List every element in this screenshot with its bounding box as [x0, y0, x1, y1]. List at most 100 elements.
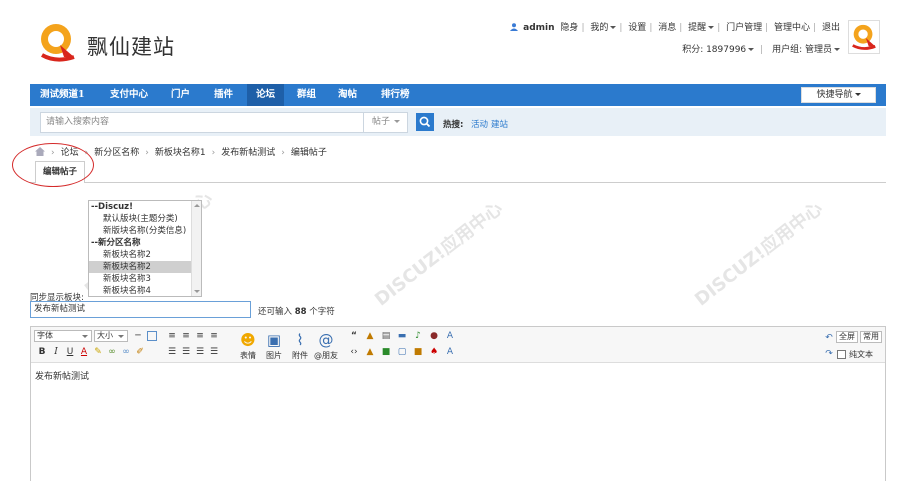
table-icon[interactable]: ▤ — [381, 331, 391, 341]
admin-center-link[interactable]: 管理中心 — [774, 23, 810, 33]
font-color-icon[interactable]: A — [79, 347, 89, 357]
background-color-icon[interactable] — [147, 331, 157, 341]
paperclip-icon: ⌇ — [296, 331, 304, 349]
notices-menu[interactable]: 提醒 — [688, 23, 706, 33]
ordered-list-icon[interactable]: ☰ — [167, 347, 177, 357]
bold-icon[interactable]: B — [37, 347, 47, 357]
settings-link[interactable]: 设置 — [628, 23, 646, 33]
forum-option[interactable]: --新分区名称 — [89, 237, 201, 249]
nav-item-plugins[interactable]: 插件 — [214, 84, 233, 106]
messages-link[interactable]: 消息 — [658, 23, 676, 33]
common-button[interactable]: 常用 — [860, 331, 882, 343]
portal-admin-link[interactable]: 门户管理 — [726, 23, 762, 33]
plain-text-checkbox[interactable] — [837, 350, 846, 359]
forum-option[interactable]: 新板块名称3 — [89, 273, 201, 285]
highlight-icon[interactable]: ✎ — [93, 347, 103, 357]
breadcrumb-board[interactable]: 新板块名称1 — [155, 148, 206, 158]
font-family-select[interactable]: 字体 — [34, 330, 92, 342]
attachment-button[interactable]: ⌇ 附件 — [288, 331, 312, 361]
search-type-select[interactable]: 帖子 — [364, 112, 408, 133]
nav-item-collections[interactable]: 淘帖 — [338, 84, 357, 106]
quick-nav-button[interactable]: 快捷导航 — [801, 87, 876, 103]
page-icon[interactable]: ▢ — [397, 347, 407, 357]
avatar[interactable] — [848, 20, 880, 54]
font-size-select[interactable]: 大小 — [94, 330, 128, 342]
nav-item-ranking[interactable]: 排行榜 — [381, 84, 410, 106]
username-link[interactable]: admin — [523, 23, 554, 33]
chevron-down-icon — [82, 335, 88, 338]
lock-icon[interactable]: ▲ — [365, 331, 375, 341]
subject-remaining: 还可输入 88 个字符 — [258, 305, 335, 317]
redo-icon[interactable]: ↷ — [824, 349, 834, 359]
italic-icon[interactable]: I — [51, 347, 61, 357]
logout-link[interactable]: 退出 — [822, 23, 840, 33]
free-icon[interactable]: ■ — [381, 347, 391, 357]
mention-button[interactable]: @ @朋友 — [314, 331, 338, 361]
subject-input[interactable]: 发布新帖测试 — [30, 301, 251, 318]
code-icon[interactable]: ‹› — [349, 347, 359, 357]
invisible-link[interactable]: 隐身 — [560, 23, 578, 33]
forum-select-list[interactable]: --Discuz! 默认版块(主题分类) 新版块名称(分类信息) --新分区名称… — [88, 200, 202, 297]
font-style-icon[interactable]: A — [445, 347, 455, 357]
my-menu[interactable]: 我的 — [590, 23, 608, 33]
tab-divider — [30, 182, 886, 183]
quick-nav-label: 快捷导航 — [816, 90, 853, 100]
chevron-down-icon — [854, 93, 861, 96]
forum-list-scrollbar[interactable] — [191, 201, 201, 296]
link-icon[interactable]: ∞ — [107, 347, 117, 357]
align-right-icon[interactable]: ≡ — [195, 331, 205, 341]
scroll-up-icon[interactable] — [194, 204, 200, 207]
align-justify-icon[interactable]: ≡ — [209, 331, 219, 341]
video-icon[interactable]: ▬ — [397, 331, 407, 341]
editor-content[interactable]: 发布新帖测试 — [35, 369, 89, 382]
forum-option[interactable]: 新板块名称2 — [89, 249, 201, 261]
align-center-icon[interactable]: ≡ — [181, 331, 191, 341]
nav-item-portal[interactable]: 门户 — [171, 84, 190, 106]
outdent-icon[interactable]: ☰ — [195, 347, 205, 357]
usergroup-menu[interactable]: 用户组: 管理员 — [772, 45, 832, 55]
underline-icon[interactable]: U — [65, 347, 75, 357]
chevron-down-icon — [748, 48, 755, 51]
redpacket-icon[interactable]: ♠ — [429, 347, 439, 357]
breadcrumb-thread[interactable]: 发布新帖测试 — [221, 148, 275, 158]
horizontal-rule-icon[interactable]: ─ — [133, 331, 143, 341]
unordered-list-icon[interactable]: ☰ — [181, 347, 191, 357]
nav-item-pay-center[interactable]: 支付中心 — [110, 84, 148, 106]
remain-prefix: 还可输入 — [258, 307, 293, 317]
forum-option[interactable]: 新板块名称4 — [89, 285, 201, 296]
points-menu[interactable]: 积分: 1897996 — [682, 45, 746, 55]
nav-item-test-channel[interactable]: 测试频道1 — [40, 84, 85, 106]
text-effect-icon[interactable]: A — [445, 331, 455, 341]
hide-icon[interactable]: ▲ — [365, 347, 375, 357]
scroll-down-icon[interactable] — [194, 290, 200, 293]
image-label: 图片 — [266, 351, 282, 360]
font-family-label: 字体 — [37, 331, 53, 340]
indent-icon[interactable]: ☰ — [209, 347, 219, 357]
emoticon-button[interactable]: ☻ 表情 — [236, 331, 260, 361]
hot-search-item[interactable]: 活动 — [471, 118, 488, 130]
quote-icon[interactable]: “ — [349, 331, 359, 341]
search-button[interactable] — [416, 113, 434, 131]
music-icon[interactable]: ♪ — [413, 331, 423, 341]
unlink-icon[interactable]: ∞ — [121, 347, 131, 357]
forum-option-selected[interactable]: 新板块名称2 — [89, 261, 201, 273]
nav-item-forum[interactable]: 论坛 — [247, 84, 285, 106]
site-logo-text[interactable]: 飘仙建站 — [87, 31, 175, 61]
undo-icon[interactable]: ↶ — [824, 333, 834, 343]
flash-icon[interactable]: ● — [429, 331, 439, 341]
align-left-icon[interactable]: ≡ — [167, 331, 177, 341]
clear-format-icon[interactable]: ✐ — [135, 347, 145, 357]
fullscreen-button[interactable]: 全屏 — [836, 331, 858, 343]
forum-option[interactable]: 新版块名称(分类信息) — [89, 225, 201, 237]
nav-item-groups[interactable]: 群组 — [297, 84, 316, 106]
image-icon: ▣ — [266, 331, 282, 349]
breadcrumb-current: 编辑帖子 — [290, 148, 327, 158]
money-icon[interactable]: ■ — [413, 347, 423, 357]
forum-option[interactable]: 默认版块(主题分类) — [89, 213, 201, 225]
image-button[interactable]: ▣ 图片 — [262, 331, 286, 361]
chevron-down-icon — [708, 26, 715, 29]
hot-search-item[interactable]: 建站 — [491, 118, 508, 130]
breadcrumb-section[interactable]: 新分区名称 — [94, 148, 139, 158]
search-input[interactable]: 请输入搜索内容 — [40, 112, 364, 133]
forum-option[interactable]: --Discuz! — [89, 201, 201, 213]
